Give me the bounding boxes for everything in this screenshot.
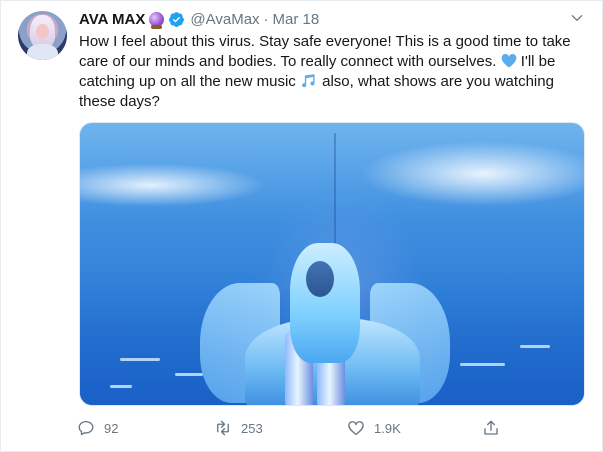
retweet-count: 253 (241, 420, 263, 436)
tweet-actions: 92 253 1.9K (77, 417, 507, 439)
reply-count: 92 (104, 420, 119, 436)
header-separator: · (263, 10, 269, 28)
heart-outline-icon (348, 421, 364, 436)
retweet-action[interactable]: 253 (214, 417, 263, 439)
tweet-header: AVA MAX @AvaMax · Mar 18 (79, 9, 319, 29)
musical-notes-emoji-icon (302, 74, 315, 88)
tweet-photo[interactable] (79, 122, 585, 406)
tweet-text-segment: also, what shows are you watching (317, 73, 554, 90)
tweet-date[interactable]: Mar 18 (273, 11, 320, 28)
crystal-ball-emoji-icon (149, 11, 165, 29)
like-count: 1.9K (374, 420, 401, 436)
photo-glint (520, 345, 550, 348)
photo-figure-face (306, 261, 334, 297)
reply-action[interactable]: 92 (77, 417, 118, 439)
retweet-icon (217, 420, 229, 436)
tweet-text-segment: care of our minds and bodies. To really … (79, 53, 497, 70)
verified-badge-icon (169, 11, 185, 27)
share-action[interactable] (482, 417, 509, 439)
reply-icon (78, 420, 94, 436)
tweet-text-line-4: these days? (79, 93, 160, 110)
avatar-face (36, 24, 49, 39)
chevron-down-icon[interactable] (570, 11, 584, 25)
tweet-text-line-1: How I feel about this virus. Stay safe e… (79, 33, 571, 50)
photo-figure-hair (290, 243, 360, 363)
photo-glint (460, 363, 505, 366)
tweet-text-segment: catching up on all the new music (79, 73, 296, 90)
photo-glint (175, 373, 203, 376)
tweet-text-line-2: care of our minds and bodies. To really … (79, 52, 589, 72)
avatar[interactable] (18, 11, 67, 60)
tweet-text-segment: I'll be (516, 53, 556, 70)
blue-heart-emoji-icon (501, 53, 516, 68)
photo-glint (110, 385, 132, 388)
tweet-text-line-3: catching up on all the new music also, w… (79, 72, 589, 92)
avatar-body (27, 44, 58, 60)
share-icon (484, 420, 498, 435)
tweet-card[interactable]: AVA MAX @AvaMax · Mar 18 How I feel abou… (0, 0, 603, 452)
display-name[interactable]: AVA MAX (79, 11, 145, 28)
like-action[interactable]: 1.9K (347, 417, 401, 439)
author-handle[interactable]: @AvaMax (190, 11, 259, 28)
photo-glint (120, 358, 160, 361)
tweet-text: How I feel about this virus. Stay safe e… (79, 32, 589, 112)
